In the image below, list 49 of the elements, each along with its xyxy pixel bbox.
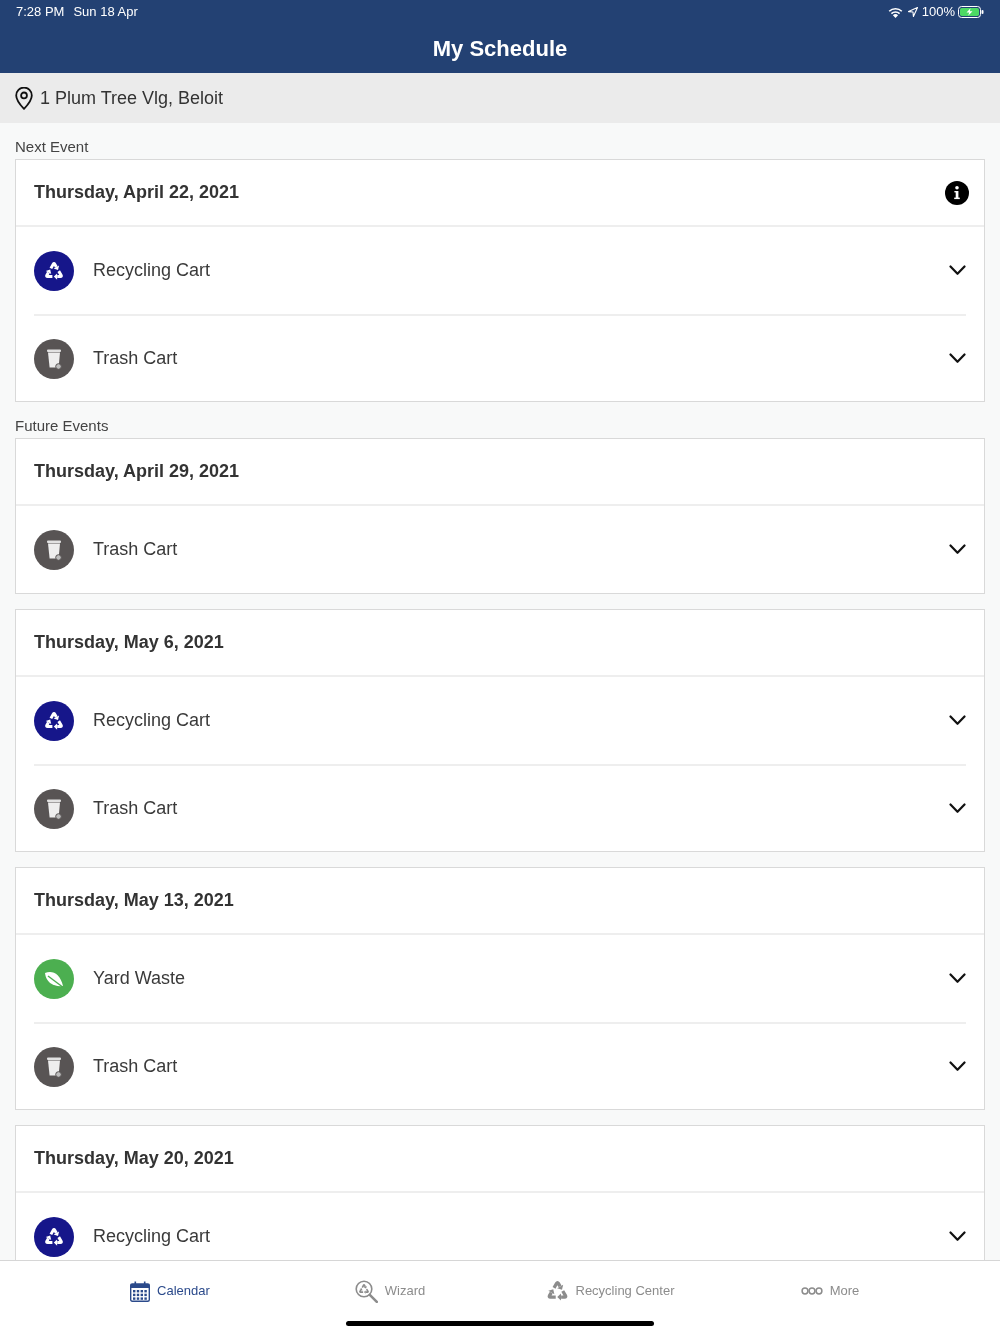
screen-title: My Schedule (432, 34, 568, 63)
battery-icon (958, 6, 984, 18)
event-date: Thursday, April 29, 2021 (34, 460, 240, 483)
collection-name: Trash Cart (93, 538, 178, 561)
collection-name: Trash Cart (93, 1055, 178, 1078)
trash-cart-icon (34, 529, 74, 570)
trash-cart-icon (34, 1046, 74, 1087)
leaf-icon (34, 958, 74, 999)
info-icon[interactable] (945, 180, 969, 205)
collection-name: Recycling Cart (93, 1225, 211, 1248)
chevron-icon[interactable] (949, 803, 966, 814)
section-label: Future Events (15, 416, 109, 436)
wifi-icon (887, 6, 903, 18)
recycle-icon (34, 1216, 74, 1257)
status-time: 7:28 PM (16, 3, 65, 22)
address-text: 1 Plum Tree Vlg, Beloit (40, 86, 224, 110)
more-icon (800, 1287, 823, 1295)
event-date: Thursday, April 22, 2021 (34, 181, 240, 204)
magnifier-icon (354, 1279, 378, 1303)
section-label: Next Event (15, 137, 89, 157)
tab[interactable]: Calendar (130, 1279, 210, 1303)
chevron-icon[interactable] (949, 544, 966, 555)
collection-name: Yard Waste (93, 967, 186, 990)
battery-percent: 100% (921, 3, 955, 22)
chevron-icon[interactable] (949, 265, 966, 276)
calendar-icon (130, 1280, 151, 1302)
trash-cart-icon (34, 788, 74, 829)
tab[interactable]: More (800, 1279, 860, 1303)
collection-name: Trash Cart (93, 797, 178, 820)
recycle-icon (34, 250, 74, 291)
collection-name: Trash Cart (93, 347, 178, 370)
chevron-icon[interactable] (949, 353, 966, 364)
chevron-icon[interactable] (949, 973, 966, 984)
chevron-icon[interactable] (949, 1231, 966, 1242)
event-date: Thursday, May 20, 2021 (34, 1147, 234, 1170)
chevron-icon[interactable] (949, 715, 966, 726)
event-date: Thursday, May 13, 2021 (34, 889, 234, 912)
trash-cart-icon (34, 338, 74, 379)
status-date: Sun 18 Apr (73, 3, 138, 22)
location-pin-icon (15, 86, 33, 110)
collection-name: Recycling Cart (93, 709, 211, 732)
chevron-icon[interactable] (949, 1061, 966, 1072)
event-date: Thursday, May 6, 2021 (34, 631, 224, 654)
tab[interactable]: Wizard (354, 1279, 426, 1303)
recycle-icon (34, 700, 74, 741)
collection-name: Recycling Cart (93, 259, 211, 282)
recycle-icon (545, 1280, 569, 1302)
tab[interactable]: Recycling Center (545, 1279, 675, 1303)
location-arrow-icon (907, 7, 918, 17)
